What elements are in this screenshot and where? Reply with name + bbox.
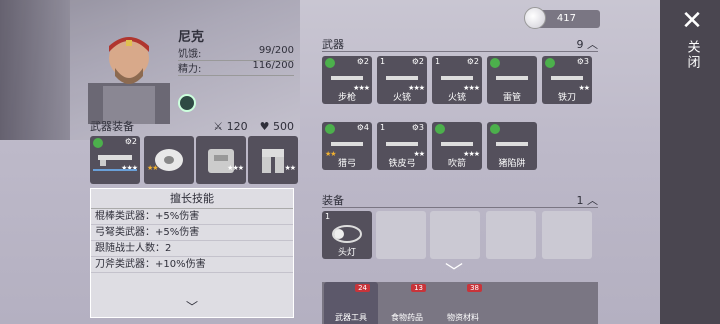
item-count: 1 <box>435 57 441 66</box>
weapon-slot[interactable]: 1 ⚙2 ★★★ 火铳 <box>377 56 427 104</box>
chevron-down-icon[interactable]: ﹀ <box>445 258 463 284</box>
item-label: 步枪 <box>337 93 356 103</box>
upgrade-icon: ⚙3 <box>576 57 589 66</box>
equip-slot-rifle[interactable]: ⚙2 ★★★ <box>90 136 140 184</box>
dynamite-icon <box>496 76 528 80</box>
item-label: 火铳 <box>392 93 411 103</box>
gear-slot-empty[interactable] <box>430 211 480 259</box>
badge-icon[interactable] <box>178 94 196 112</box>
close-button[interactable]: ✕ 关闭 <box>672 8 712 78</box>
chevron-down-icon[interactable]: ﹀ <box>186 298 198 315</box>
chevron-up-icon: ︿ <box>587 37 598 51</box>
gear-count-group[interactable]: 1 ︿ <box>577 192 599 208</box>
headlamp-icon <box>332 225 362 243</box>
item-label: 铁刀 <box>557 93 576 103</box>
item-label: 雷管 <box>502 93 521 103</box>
weapon-slot[interactable]: ⚙4 ★★ 猎弓 <box>322 122 372 170</box>
tab-food-medicine[interactable]: 13 食物药品 <box>380 282 434 324</box>
weapon-slot[interactable]: ⚙2 ★★★ 步枪 <box>322 56 372 104</box>
skill-row: 棍棒类武器：+5%伤害 <box>91 209 293 225</box>
tab-count: 13 <box>411 284 426 292</box>
weapon-equip-header: 武器装备 ⚔ 120 ♥ 500 <box>90 118 294 134</box>
star-rating: ★★ <box>284 164 296 172</box>
weapon-slot[interactable]: 雷管 <box>487 56 537 104</box>
weapon-slot[interactable]: ★★★ 吹箭 <box>432 122 482 170</box>
item-label: 吹箭 <box>447 159 466 169</box>
skills-title: 擅长技能 <box>91 189 293 209</box>
character-portrait <box>88 37 170 124</box>
tab-weapons-tools[interactable]: 24 武器工具 <box>324 282 378 324</box>
item-label: 猎弓 <box>337 159 356 169</box>
tab-count: 38 <box>467 284 482 292</box>
energy-stat: 精力: 116/200 <box>178 60 294 76</box>
gear-slot-empty[interactable] <box>486 211 536 259</box>
upgrade-icon: ⚙2 <box>356 57 369 66</box>
gear-slot-empty[interactable] <box>376 211 426 259</box>
equip-slot-bandage[interactable]: ★★ <box>144 136 194 184</box>
hunger-stat: 饥饿: 99/200 <box>178 45 294 61</box>
tab-count: 24 <box>355 284 370 292</box>
hunger-value: 99/200 <box>258 45 294 56</box>
upgrade-icon: ⚙4 <box>356 123 369 132</box>
equip-slot-vest[interactable]: ★★★ <box>196 136 246 184</box>
energy-label: 精力: <box>178 64 202 75</box>
skill-row: 刀斧类武器：+10%伤害 <box>91 257 293 273</box>
upgrade-icon: ⚙2 <box>124 137 137 146</box>
skill-row: 弓弩类武器：+5%伤害 <box>91 225 293 241</box>
item-count: 1 <box>380 57 386 66</box>
gear-header: 装备 1 ︿ <box>322 192 598 208</box>
character-name: 尼克 <box>178 30 205 45</box>
upgrade-icon: ⚙2 <box>411 57 424 66</box>
upgrade-icon: ⚙3 <box>411 123 424 132</box>
weapons-count-group[interactable]: 9 ︿ <box>577 36 599 52</box>
tab-label: 武器工具 <box>335 313 367 322</box>
item-label: 铁皮弓 <box>388 159 416 169</box>
trap-icon <box>496 142 528 146</box>
item-label: 火铳 <box>447 93 466 103</box>
tab-materials[interactable]: 38 物资材料 <box>436 282 490 324</box>
equip-slot-pants[interactable]: ★★ <box>248 136 298 184</box>
gear-slot-headlamp[interactable]: 1 头灯 <box>322 211 372 259</box>
star-rating: ★★★ <box>227 164 244 172</box>
game-screen: ✕ 关闭 417 尼克 饥饿: 99/200 精力: 116/200 武器装备 … <box>0 0 720 324</box>
weapons-title: 武器 <box>322 37 344 51</box>
hunger-label: 饥饿: <box>178 49 202 60</box>
side-panel: ✕ 关闭 <box>660 0 720 324</box>
attack-stat: ⚔ 120 <box>213 120 247 133</box>
energy-value: 116/200 <box>252 60 294 71</box>
item-count: 1 <box>325 212 331 221</box>
heart-icon: ♥ <box>259 119 270 133</box>
health-stat: ♥ 500 <box>260 120 294 133</box>
tab-label: 物资材料 <box>447 313 479 322</box>
coin-icon <box>524 7 546 29</box>
upgrade-icon: ⚙2 <box>466 57 479 66</box>
gear-count: 1 <box>576 193 584 207</box>
item-label: 头灯 <box>337 248 356 258</box>
item-count: 1 <box>380 123 386 132</box>
skills-panel: 擅长技能 棍棒类武器：+5%伤害 弓弩类武器：+5%伤害 跟随战士人数：2 刀斧… <box>90 188 294 318</box>
weapon-slot[interactable]: ⚙3 ★★ 铁刀 <box>542 56 592 104</box>
gear-title: 装备 <box>322 193 344 207</box>
weapons-count: 9 <box>576 37 584 51</box>
currency-display: 417 <box>524 7 600 29</box>
health-value: 500 <box>273 119 294 133</box>
close-label: 关闭 <box>684 40 700 70</box>
weapon-slot[interactable]: 猪陷阱 <box>487 122 537 170</box>
star-rating: ★★ <box>147 164 159 172</box>
weapon-slot[interactable]: 1 ⚙3 ★★ 铁皮弓 <box>377 122 427 170</box>
durability-bar <box>93 169 137 171</box>
tab-label: 食物药品 <box>391 313 423 322</box>
close-icon: ✕ <box>681 6 703 36</box>
weapons-header: 武器 9 ︿ <box>322 36 598 52</box>
item-label: 猪陷阱 <box>498 159 526 169</box>
chevron-up-icon: ︿ <box>587 193 598 207</box>
weapon-slot[interactable]: 1 ⚙2 ★★★ 火铳 <box>432 56 482 104</box>
currency-value: 417 <box>556 13 576 24</box>
category-tabs: 24 武器工具 13 食物药品 38 物资材料 <box>322 282 598 324</box>
weapon-equip-title: 武器装备 <box>90 120 134 133</box>
sword-icon: ⚔ <box>213 119 224 133</box>
skill-row: 跟随战士人数：2 <box>91 241 293 257</box>
gear-slot-empty[interactable] <box>542 211 592 259</box>
attack-value: 120 <box>226 119 248 133</box>
